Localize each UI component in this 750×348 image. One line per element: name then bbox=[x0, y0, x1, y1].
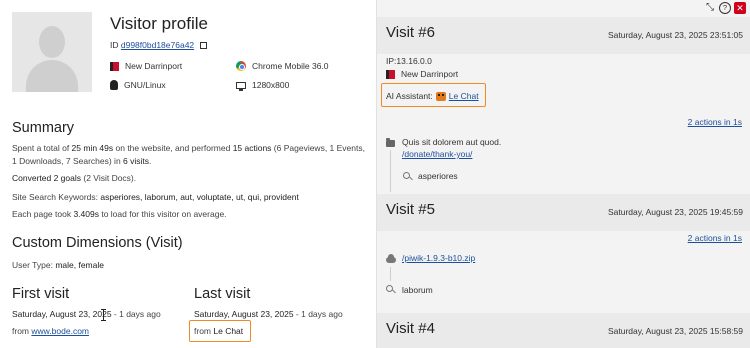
visit-title: Visit #4 bbox=[386, 320, 435, 337]
folder-icon bbox=[386, 138, 395, 147]
summary-text: Spent a total of 25 min 49s on the websi… bbox=[12, 143, 365, 166]
visits-log-panel: ⤡ ? ✕ Visit #6 Saturday, August 23, 2025… bbox=[376, 0, 750, 348]
last-visit-date: Saturday, August 23, 2025 - 1 days ago bbox=[194, 309, 343, 319]
monitor-icon bbox=[236, 81, 246, 91]
visit-ai-assistant: AI Assistant: Le Chat bbox=[386, 91, 479, 101]
last-visit-heading: Last visit bbox=[194, 286, 251, 302]
visit-header[interactable]: Visit #4 Saturday, August 23, 2025 15:58… bbox=[377, 313, 750, 348]
window-controls: ⤡ ? ✕ bbox=[704, 2, 746, 14]
summary-converted: Converted 2 goals (2 Visit Docs). bbox=[12, 173, 137, 183]
visit-ip: IP: 13.16.0.0 bbox=[386, 56, 432, 66]
download-icon bbox=[386, 254, 396, 263]
le-chat-icon bbox=[435, 91, 446, 101]
timeline-line bbox=[390, 267, 391, 281]
visitor-resolution: 1280x800 bbox=[236, 80, 290, 91]
external-link-icon[interactable] bbox=[199, 42, 207, 49]
text-cursor-icon bbox=[101, 309, 108, 321]
visitor-browser-name: Chrome Mobile 36.0 bbox=[252, 61, 329, 71]
visitor-os: GNU/Linux bbox=[110, 80, 166, 90]
visit-title: Visit #6 bbox=[386, 24, 435, 41]
summary-load-time: Each page took 3.409s to load for this v… bbox=[12, 209, 227, 219]
visit-location: New Darrinport bbox=[386, 69, 458, 79]
visitor-location: New Darrinport bbox=[110, 61, 182, 71]
visitor-resolution-value: 1280x800 bbox=[252, 80, 290, 90]
minimize-icon[interactable]: ⤡ bbox=[704, 2, 716, 14]
close-icon[interactable]: ✕ bbox=[734, 2, 746, 14]
visit-header[interactable]: Visit #6 Saturday, August 23, 2025 23:51… bbox=[377, 17, 750, 54]
visitor-id-label: ID bbox=[110, 40, 119, 50]
chrome-icon bbox=[236, 61, 246, 71]
linux-icon bbox=[110, 80, 118, 90]
flag-icon bbox=[386, 69, 395, 79]
last-visit-referrer-value: Le Chat bbox=[213, 326, 244, 336]
visitor-os-name: GNU/Linux bbox=[124, 80, 166, 90]
visit-actions-link[interactable]: 2 actions in 1s bbox=[688, 233, 742, 243]
search-icon bbox=[386, 285, 393, 292]
visitor-profile-panel: Visitor profile ID d998f0bd18e76a42 New … bbox=[0, 0, 376, 348]
action-page-url[interactable]: /donate/thank-you/ bbox=[402, 149, 472, 159]
last-visit-referrer: from Le Chat bbox=[194, 326, 244, 336]
summary-keywords: Site Search Keywords: asperiores, laboru… bbox=[12, 192, 299, 202]
action-search-keyword: asperiores bbox=[418, 171, 458, 181]
avatar bbox=[12, 12, 92, 92]
first-visit-date: Saturday, August 23, 2025 - 1 days ago bbox=[12, 309, 161, 319]
visitor-id-link[interactable]: d998f0bd18e76a42 bbox=[121, 40, 194, 50]
ai-assistant-link[interactable]: Le Chat bbox=[449, 91, 479, 101]
visit-date: Saturday, August 23, 2025 15:58:59 bbox=[607, 326, 743, 336]
search-icon bbox=[403, 172, 410, 179]
flag-icon bbox=[110, 61, 119, 71]
page-title: Visitor profile bbox=[110, 14, 208, 33]
first-visit-referrer-link[interactable]: www.bode.com bbox=[31, 326, 89, 336]
timeline-line bbox=[390, 150, 391, 192]
custom-dimensions-heading: Custom Dimensions (Visit) bbox=[12, 235, 183, 251]
first-visit-referrer: from www.bode.com bbox=[12, 326, 90, 336]
visit-actions-link[interactable]: 2 actions in 1s bbox=[688, 117, 742, 127]
visitor-browser: Chrome Mobile 36.0 bbox=[236, 61, 329, 71]
visitor-city: New Darrinport bbox=[125, 61, 183, 71]
custom-dimension-user-type: User Type: male, female bbox=[12, 260, 104, 270]
visit-date: Saturday, August 23, 2025 19:45:59 bbox=[607, 207, 743, 217]
visitor-id: ID d998f0bd18e76a42 bbox=[110, 40, 207, 50]
summary-heading: Summary bbox=[12, 120, 75, 136]
first-visit-heading: First visit bbox=[12, 286, 70, 302]
action-page-title: Quis sit dolorem aut quod. bbox=[402, 137, 502, 147]
visit-title: Visit #5 bbox=[386, 201, 435, 218]
avatar-head-shape bbox=[39, 26, 65, 58]
help-icon[interactable]: ? bbox=[719, 2, 731, 14]
action-download-url[interactable]: /piwik-1.9.3-b10.zip bbox=[402, 253, 475, 263]
avatar-body-shape bbox=[26, 60, 78, 92]
visit-header[interactable]: Visit #5 Saturday, August 23, 2025 19:45… bbox=[377, 194, 750, 231]
visit-date: Saturday, August 23, 2025 23:51:05 bbox=[607, 30, 743, 40]
action-search-keyword: laborum bbox=[402, 285, 433, 295]
